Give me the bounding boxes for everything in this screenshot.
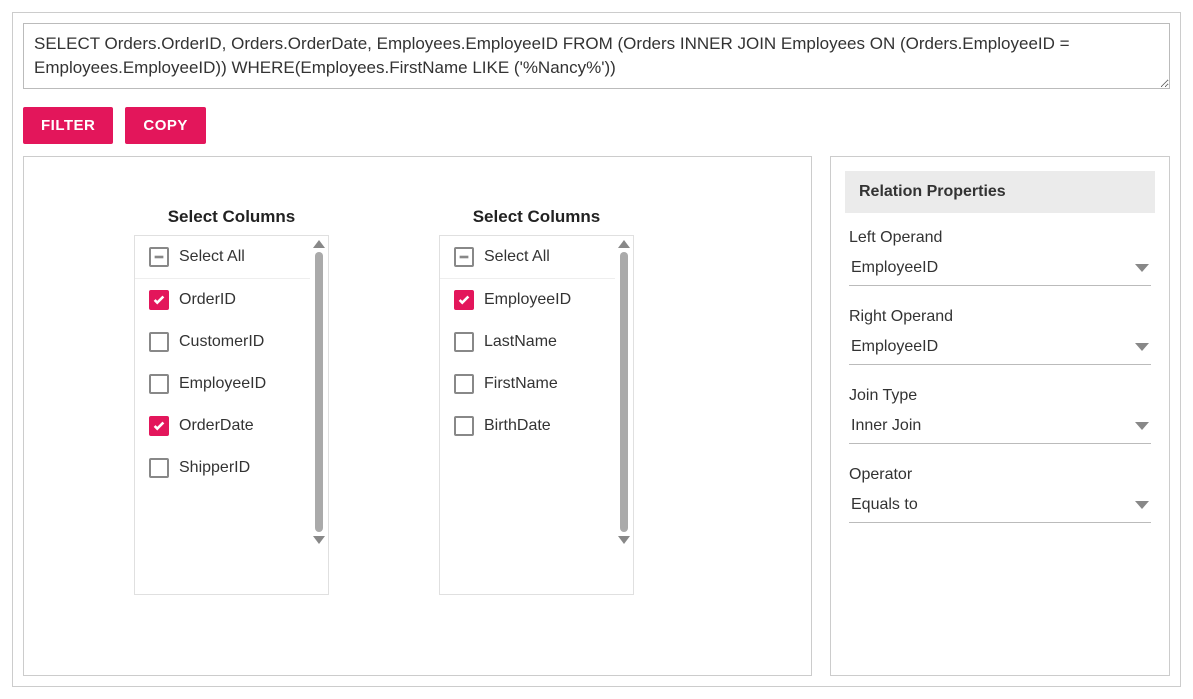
query-designer: FILTER COPY Select Columns Select All Orde…	[12, 12, 1181, 687]
copy-button[interactable]: COPY	[125, 107, 206, 144]
checkbox-indeterminate-icon[interactable]	[454, 247, 474, 267]
column-group: Select Columns Select All OrderID CustomerI…	[134, 207, 329, 645]
relation-property: Join Type Inner Join	[845, 387, 1155, 444]
chevron-down-icon	[1135, 343, 1149, 351]
column-list: Select All EmployeeID LastName FirstName Bir…	[440, 236, 615, 594]
scroll-up-icon[interactable]	[618, 240, 630, 248]
property-label: Operator	[849, 466, 1151, 484]
column-item-label: ShipperID	[179, 459, 250, 477]
column-item-label: EmployeeID	[179, 375, 266, 393]
property-value: Equals to	[851, 496, 918, 514]
column-item[interactable]: CustomerID	[135, 321, 310, 363]
checkbox-icon[interactable]	[454, 416, 474, 436]
column-group: Select Columns Select All EmployeeID LastNa…	[439, 207, 634, 645]
column-item-label: OrderID	[179, 291, 236, 309]
column-item[interactable]: LastName	[440, 321, 615, 363]
checkbox-icon[interactable]	[149, 458, 169, 478]
relation-property: Right Operand EmployeeID	[845, 308, 1155, 365]
chevron-down-icon	[1135, 264, 1149, 272]
scroll-thumb[interactable]	[620, 252, 628, 532]
checkbox-checked-icon[interactable]	[149, 416, 169, 436]
column-group-title: Select Columns	[134, 207, 329, 227]
sql-textarea[interactable]	[23, 23, 1170, 89]
column-item[interactable]: FirstName	[440, 363, 615, 405]
scroll-down-icon[interactable]	[313, 536, 325, 544]
checkbox-icon[interactable]	[149, 332, 169, 352]
property-select[interactable]: Inner Join	[849, 413, 1151, 444]
scroll-up-icon[interactable]	[313, 240, 325, 248]
column-item-label: OrderDate	[179, 417, 254, 435]
filter-button[interactable]: FILTER	[23, 107, 113, 144]
relation-panel: Relation Properties Left Operand Employee…	[830, 156, 1170, 676]
columns-panel: Select Columns Select All OrderID CustomerI…	[23, 156, 812, 676]
select-all-item[interactable]: Select All	[440, 236, 615, 279]
property-value: EmployeeID	[851, 259, 938, 277]
relation-property: Left Operand EmployeeID	[845, 229, 1155, 286]
checkbox-checked-icon[interactable]	[454, 290, 474, 310]
column-item[interactable]: OrderDate	[135, 405, 310, 447]
column-item[interactable]: ShipperID	[135, 447, 310, 489]
column-listbox: Select All OrderID CustomerID EmployeeID Ord…	[134, 235, 329, 595]
column-item-label: FirstName	[484, 375, 558, 393]
action-buttons: FILTER COPY	[23, 107, 1170, 144]
checkbox-icon[interactable]	[454, 332, 474, 352]
checkbox-icon[interactable]	[454, 374, 474, 394]
column-item[interactable]: OrderID	[135, 279, 310, 321]
select-all-label: Select All	[484, 248, 550, 266]
panels: Select Columns Select All OrderID CustomerI…	[23, 156, 1170, 676]
scrollbar[interactable]	[617, 240, 631, 590]
property-value: EmployeeID	[851, 338, 938, 356]
property-label: Left Operand	[849, 229, 1151, 247]
chevron-down-icon	[1135, 422, 1149, 430]
property-label: Right Operand	[849, 308, 1151, 326]
relation-header: Relation Properties	[845, 171, 1155, 213]
relation-property: Operator Equals to	[845, 466, 1155, 523]
column-list: Select All OrderID CustomerID EmployeeID Ord…	[135, 236, 310, 594]
property-label: Join Type	[849, 387, 1151, 405]
select-all-item[interactable]: Select All	[135, 236, 310, 279]
column-item-label: BirthDate	[484, 417, 551, 435]
property-value: Inner Join	[851, 417, 921, 435]
column-item-label: EmployeeID	[484, 291, 571, 309]
column-item[interactable]: EmployeeID	[135, 363, 310, 405]
property-select[interactable]: EmployeeID	[849, 255, 1151, 286]
scroll-thumb[interactable]	[315, 252, 323, 532]
column-item[interactable]: BirthDate	[440, 405, 615, 447]
column-listbox: Select All EmployeeID LastName FirstName Bir…	[439, 235, 634, 595]
chevron-down-icon	[1135, 501, 1149, 509]
property-select[interactable]: EmployeeID	[849, 334, 1151, 365]
scrollbar[interactable]	[312, 240, 326, 590]
checkbox-checked-icon[interactable]	[149, 290, 169, 310]
column-item-label: CustomerID	[179, 333, 264, 351]
column-item-label: LastName	[484, 333, 557, 351]
column-item[interactable]: EmployeeID	[440, 279, 615, 321]
checkbox-indeterminate-icon[interactable]	[149, 247, 169, 267]
checkbox-icon[interactable]	[149, 374, 169, 394]
scroll-down-icon[interactable]	[618, 536, 630, 544]
select-all-label: Select All	[179, 248, 245, 266]
column-group-title: Select Columns	[439, 207, 634, 227]
property-select[interactable]: Equals to	[849, 492, 1151, 523]
